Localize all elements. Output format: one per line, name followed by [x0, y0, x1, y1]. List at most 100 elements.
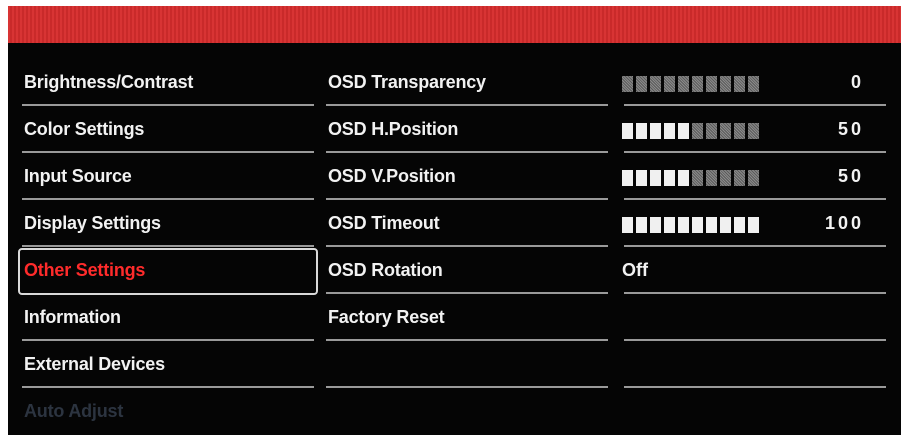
level-segment	[734, 170, 745, 186]
submenu-item-osd-v-position[interactable]: OSD V.Position	[322, 154, 612, 201]
submenu-item-factory-reset[interactable]: Factory Reset	[322, 295, 612, 342]
divider	[326, 104, 608, 106]
level-segment	[734, 123, 745, 139]
menu-item-label: Input Source	[24, 166, 132, 186]
level-segment	[622, 217, 633, 233]
level-segment	[664, 217, 675, 233]
divider	[22, 245, 314, 247]
divider	[624, 104, 886, 106]
value-readout: 0	[850, 72, 864, 92]
submenu: OSD Transparency OSD H.Position OSD V.Po…	[322, 60, 612, 389]
level-segment	[748, 76, 759, 92]
divider	[326, 386, 608, 388]
divider	[624, 245, 886, 247]
menu-item-brightness-contrast[interactable]: Brightness/Contrast	[18, 60, 318, 107]
submenu-item-osd-rotation[interactable]: OSD Rotation	[322, 248, 612, 295]
divider	[326, 198, 608, 200]
divider	[22, 151, 314, 153]
level-bar[interactable]	[622, 76, 759, 92]
value-row-osd-v-position[interactable]: 50	[620, 154, 890, 201]
submenu-item-label: OSD Transparency	[328, 72, 486, 92]
value-row-empty	[620, 342, 890, 389]
divider	[326, 151, 608, 153]
level-segment	[678, 123, 689, 139]
level-segment	[692, 217, 703, 233]
menu-item-information[interactable]: Information	[18, 295, 318, 342]
level-segment	[692, 170, 703, 186]
rotation-value: Off	[622, 260, 648, 280]
value-row-osd-rotation[interactable]: Off	[620, 248, 890, 295]
level-bar[interactable]	[622, 170, 759, 186]
submenu-item-osd-h-position[interactable]: OSD H.Position	[322, 107, 612, 154]
menu-item-auto-adjust: Auto Adjust	[18, 389, 318, 436]
level-segment	[720, 217, 731, 233]
level-segment	[734, 217, 745, 233]
submenu-item-osd-transparency[interactable]: OSD Transparency	[322, 60, 612, 107]
level-segment	[678, 76, 689, 92]
menu-item-label: External Devices	[24, 354, 165, 374]
value-row-osd-transparency[interactable]: 0	[620, 60, 890, 107]
level-segment	[734, 76, 745, 92]
value-column: 0 50 50 100 Off	[620, 60, 890, 389]
divider	[624, 151, 886, 153]
menu-item-display-settings[interactable]: Display Settings	[18, 201, 318, 248]
value-row-osd-h-position[interactable]: 50	[620, 107, 890, 154]
menu-item-label: Other Settings	[24, 260, 146, 280]
submenu-item-label: OSD H.Position	[328, 119, 459, 139]
level-segment	[720, 76, 731, 92]
level-segment	[636, 76, 647, 92]
level-segment	[650, 76, 661, 92]
divider	[22, 198, 314, 200]
submenu-item-label: OSD Timeout	[328, 213, 440, 233]
level-segment	[664, 76, 675, 92]
submenu-item-empty	[322, 342, 612, 389]
level-segment	[664, 170, 675, 186]
value-row-osd-timeout[interactable]: 100	[620, 201, 890, 248]
value-readout: 100	[824, 213, 864, 233]
osd-screen: Brightness/Contrast Color Settings Input…	[8, 6, 901, 435]
level-segment	[622, 76, 633, 92]
level-segment	[678, 217, 689, 233]
level-segment	[720, 123, 731, 139]
level-segment	[748, 217, 759, 233]
divider	[624, 292, 886, 294]
main-menu: Brightness/Contrast Color Settings Input…	[18, 60, 318, 436]
menu-item-label: Auto Adjust	[24, 401, 124, 421]
divider	[326, 245, 608, 247]
menu-item-external-devices[interactable]: External Devices	[18, 342, 318, 389]
level-segment	[622, 170, 633, 186]
level-segment	[706, 123, 717, 139]
level-segment	[692, 123, 703, 139]
menu-item-label: Color Settings	[24, 119, 145, 139]
level-bar[interactable]	[622, 123, 759, 139]
level-segment	[650, 217, 661, 233]
level-segment	[636, 217, 647, 233]
submenu-item-label: Factory Reset	[328, 307, 445, 327]
divider	[624, 198, 886, 200]
divider	[326, 339, 608, 341]
level-segment	[650, 123, 661, 139]
divider	[22, 104, 314, 106]
level-segment	[748, 170, 759, 186]
osd-header-bar	[8, 6, 901, 43]
divider	[624, 339, 886, 341]
menu-item-label: Brightness/Contrast	[24, 72, 194, 92]
menu-item-label: Display Settings	[24, 213, 161, 233]
level-segment	[664, 123, 675, 139]
menu-item-color-settings[interactable]: Color Settings	[18, 107, 318, 154]
level-segment	[706, 170, 717, 186]
divider	[624, 386, 886, 388]
level-segment	[650, 170, 661, 186]
level-segment	[748, 123, 759, 139]
divider	[22, 386, 314, 388]
menu-item-other-settings[interactable]: Other Settings	[18, 248, 318, 295]
submenu-item-osd-timeout[interactable]: OSD Timeout	[322, 201, 612, 248]
divider	[326, 292, 608, 294]
level-segment	[720, 170, 731, 186]
menu-item-input-source[interactable]: Input Source	[18, 154, 318, 201]
level-bar[interactable]	[622, 217, 759, 233]
value-readout: 50	[837, 166, 864, 186]
level-segment	[692, 76, 703, 92]
level-segment	[636, 170, 647, 186]
level-segment	[706, 217, 717, 233]
